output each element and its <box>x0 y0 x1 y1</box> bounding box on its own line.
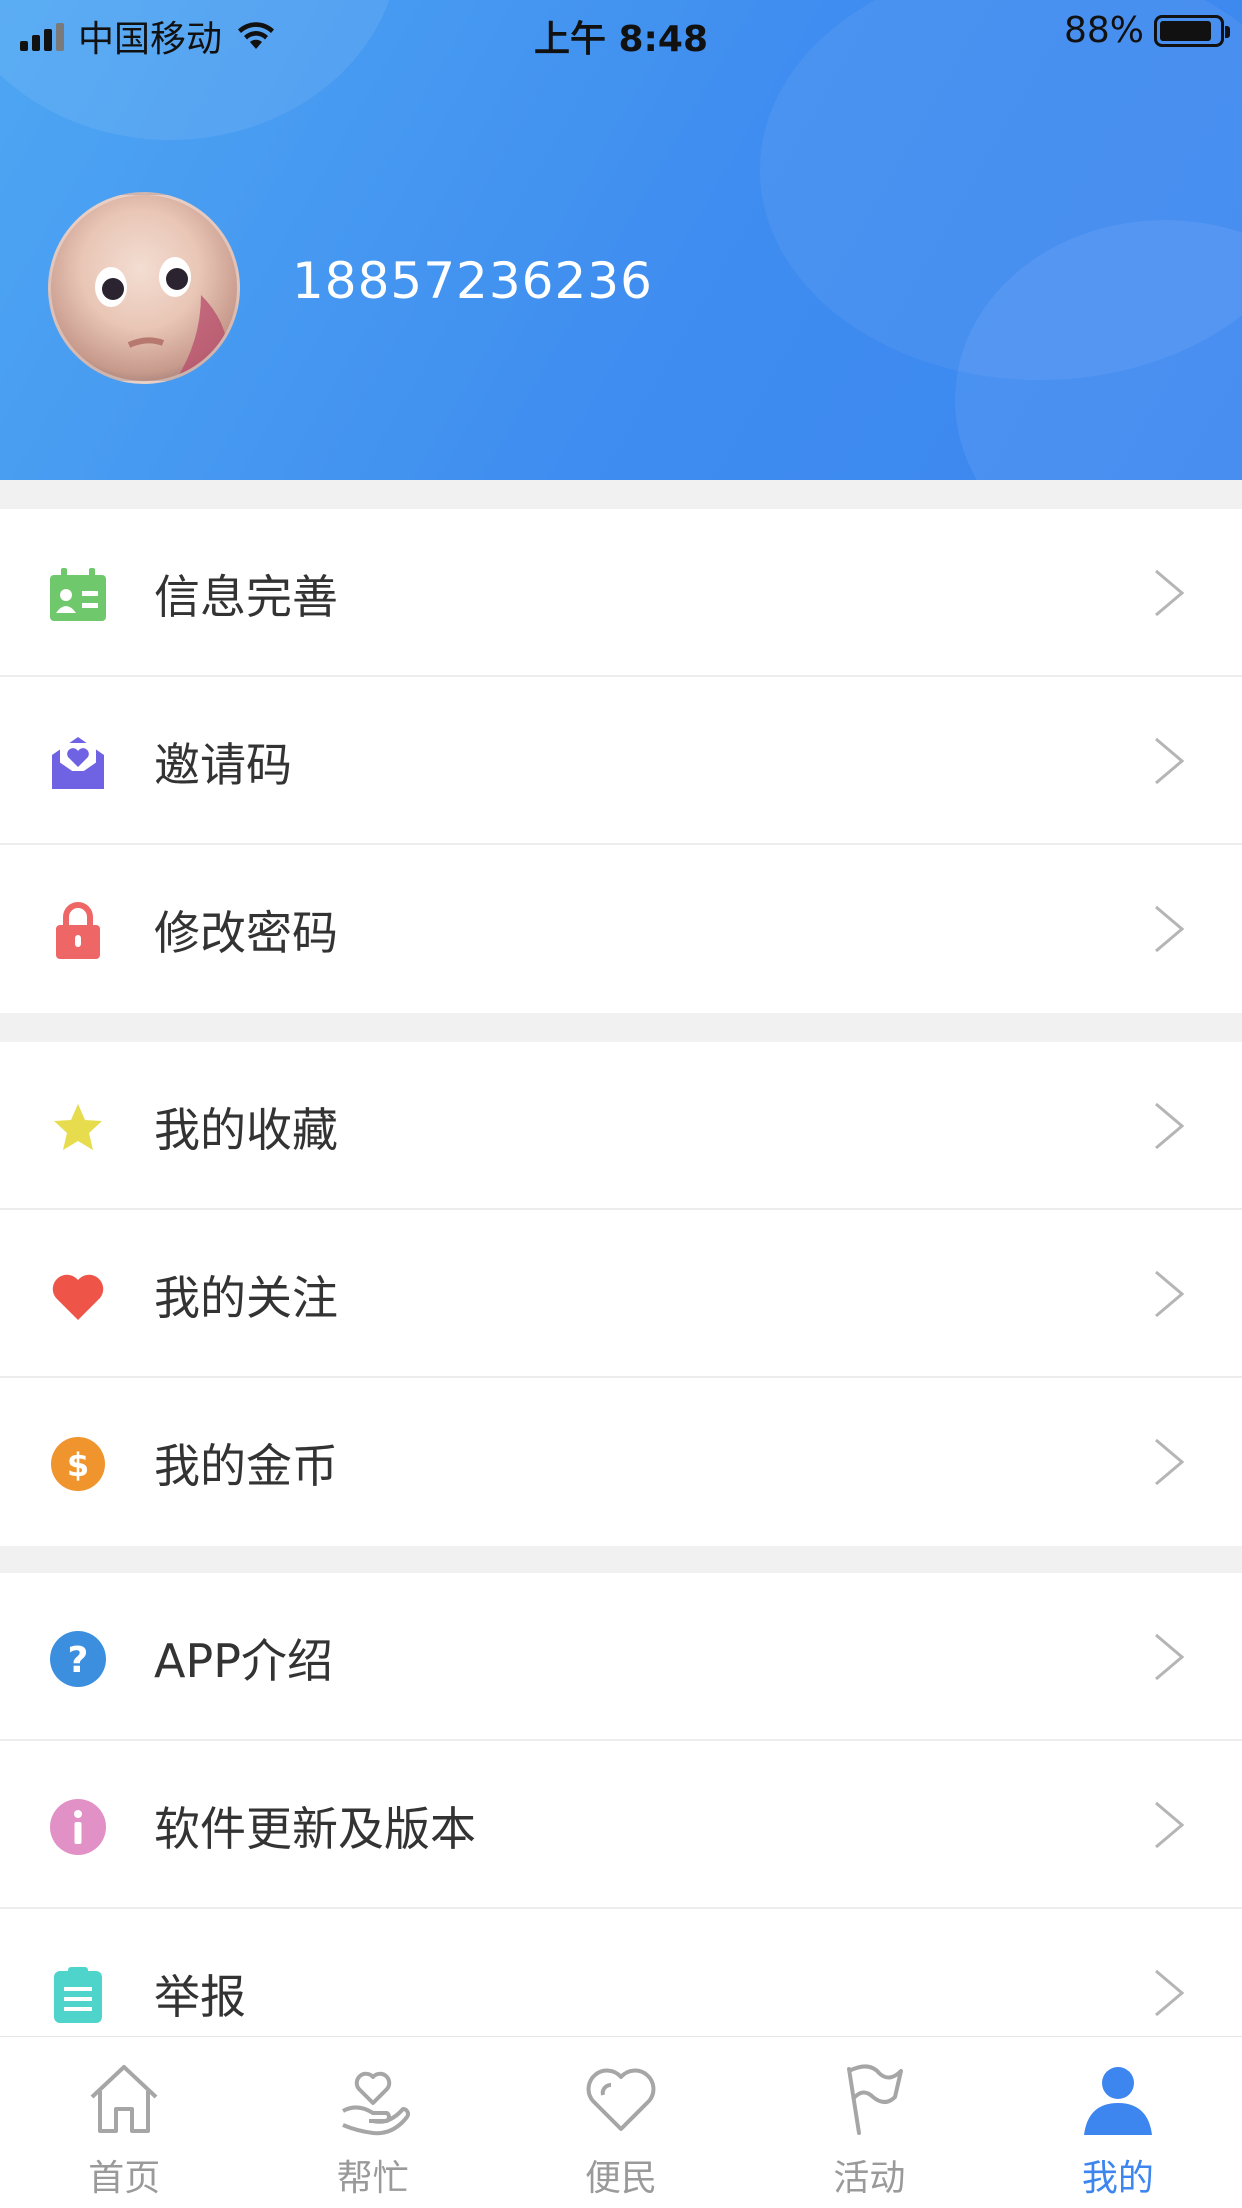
menu-group-mine: 我的收藏 我的关注 $ 我的金币 <box>0 1042 1242 1546</box>
avatar[interactable] <box>48 192 240 384</box>
tab-help[interactable]: 帮忙 <box>248 2037 496 2208</box>
chevron-right-icon <box>1155 1801 1185 1849</box>
chevron-right-icon <box>1155 569 1185 617</box>
clipboard-icon <box>54 1967 102 2023</box>
status-bar: 中国移动 上午 8:48 88% <box>0 0 1242 62</box>
invite-envelope-icon <box>52 737 104 789</box>
menu-item-label: APP介绍 <box>154 1634 333 1688</box>
tab-label: 我的 <box>1081 2158 1154 2199</box>
heart-outline-icon <box>586 2068 656 2131</box>
menu-item-coins[interactable]: $ 我的金币 <box>0 1378 1242 1546</box>
username[interactable]: 18857236236 <box>292 252 653 310</box>
avatar-image <box>95 257 228 381</box>
battery-icon <box>1154 14 1230 47</box>
tab-label: 首页 <box>88 2158 161 2199</box>
menu-item-label: 邀请码 <box>154 738 292 792</box>
tab-activity[interactable]: 活动 <box>745 2037 993 2208</box>
chevron-right-icon <box>1155 1438 1185 1486</box>
help-icon: ? <box>50 1631 106 1687</box>
chevron-right-icon <box>1155 905 1185 953</box>
tab-home[interactable]: 首页 <box>0 2037 248 2208</box>
menu-item-following[interactable]: 我的关注 <box>0 1210 1242 1378</box>
chevron-right-icon <box>1155 1102 1185 1150</box>
tab-label: 帮忙 <box>336 2158 409 2199</box>
menu-item-invite-code[interactable]: 邀请码 <box>0 677 1242 845</box>
menu-item-change-password[interactable]: 修改密码 <box>0 845 1242 1013</box>
id-card-icon <box>50 568 106 621</box>
lock-icon <box>56 902 100 959</box>
menu-group-account: 信息完善 邀请码 修改密码 <box>0 509 1242 1013</box>
menu-item-label: 我的收藏 <box>154 1103 338 1157</box>
menu-item-label: 我的关注 <box>154 1271 338 1325</box>
home-icon <box>90 2065 158 2133</box>
heart-icon <box>52 1274 104 1320</box>
bottom-tab-bar: 首页 帮忙 便民 活动 我的 <box>0 2036 1242 2208</box>
menu-item-label: 举报 <box>154 1970 246 2024</box>
menu-item-label: 信息完善 <box>154 570 338 624</box>
flag-icon <box>847 2064 904 2135</box>
menu-group-about: ? APP介绍 软件更新及版本 举报 <box>0 1573 1242 2077</box>
chevron-right-icon <box>1155 737 1185 785</box>
menu-item-favorites[interactable]: 我的收藏 <box>0 1042 1242 1210</box>
tab-label: 便民 <box>585 2158 658 2199</box>
coin-icon: $ <box>51 1437 105 1491</box>
tab-mine[interactable]: 我的 <box>994 2037 1242 2208</box>
menu-item-label: 我的金币 <box>154 1439 338 1493</box>
svg-text:?: ? <box>68 1640 89 1681</box>
menu-item-label: 修改密码 <box>154 906 338 960</box>
menu-item-label: 软件更新及版本 <box>154 1802 476 1856</box>
info-icon <box>50 1799 106 1855</box>
chevron-right-icon <box>1155 1969 1185 2017</box>
menu-item-profile-info[interactable]: 信息完善 <box>0 509 1242 677</box>
battery-percent: 88% <box>1063 10 1144 51</box>
helping-hand-icon <box>341 2071 410 2136</box>
user-icon <box>1083 2067 1152 2135</box>
chevron-right-icon <box>1155 1633 1185 1681</box>
menu-item-app-intro[interactable]: ? APP介绍 <box>0 1573 1242 1741</box>
star-icon <box>54 1104 102 1150</box>
status-time: 上午 8:48 <box>533 19 709 60</box>
svg-text:$: $ <box>67 1446 89 1484</box>
profile-header: 中国移动 上午 8:48 88% 18857236236 <box>0 0 1242 480</box>
tab-convenience[interactable]: 便民 <box>497 2037 745 2208</box>
chevron-right-icon <box>1155 1270 1185 1318</box>
tab-label: 活动 <box>833 2158 906 2199</box>
menu-item-update-version[interactable]: 软件更新及版本 <box>0 1741 1242 1909</box>
